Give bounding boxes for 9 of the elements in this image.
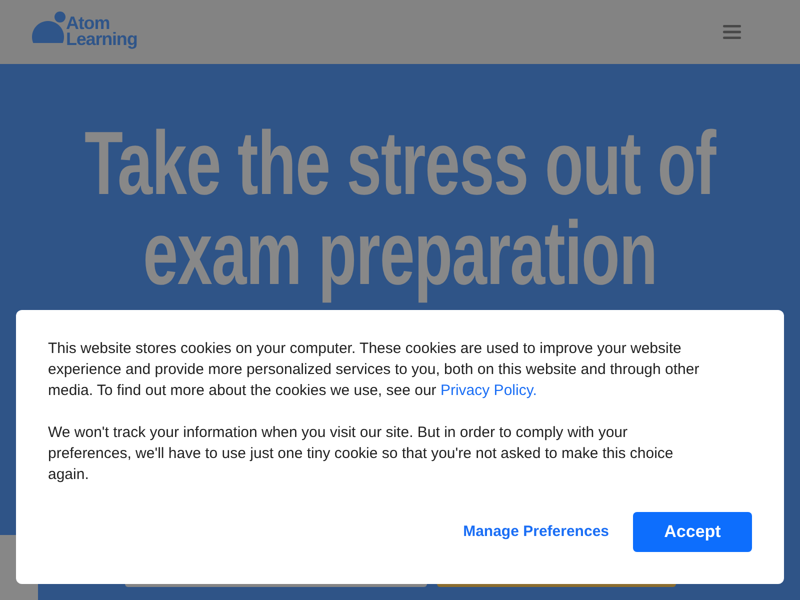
manage-preferences-link[interactable]: Manage Preferences (463, 520, 609, 544)
privacy-policy-link[interactable]: Privacy Policy. (440, 382, 537, 399)
logo-icon (32, 11, 66, 43)
cookie-notice-text: This website stores cookies on your computer. These cookies are used to improve your website experience and provide more personalized services to you, both on this website and through other media. To find out more about the cookies we use, see our Privacy Policy. (48, 339, 700, 401)
logo-text: Atom (66, 15, 110, 31)
logo-text: Learning (66, 31, 138, 47)
menu-icon[interactable] (723, 25, 741, 39)
cookie-notice-text: We won't track your information when you visit our site. But in order to comply with your preferences, we'll have to use just one tiny cookie so that you're not asked to make this choice again. (48, 423, 674, 485)
accept-button[interactable]: Accept (633, 512, 752, 552)
